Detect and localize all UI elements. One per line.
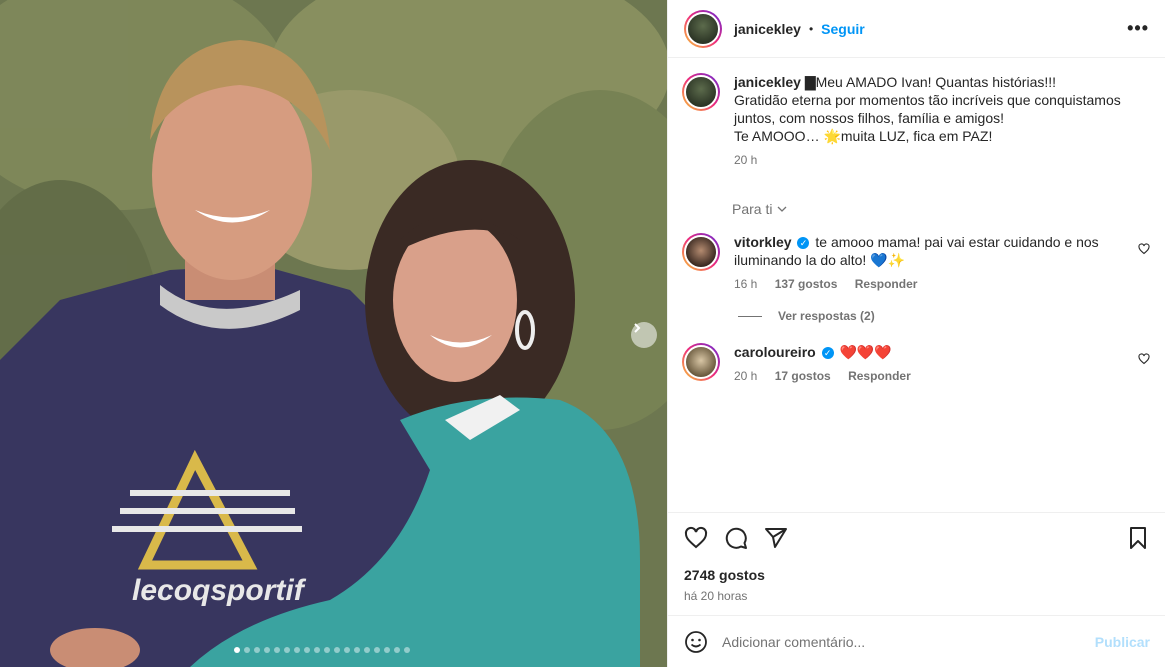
post-photo[interactable]: lecoqsportif — [0, 0, 667, 667]
caption-text-line1: ▇Meu AMADO Ivan! Quantas histórias!!! — [804, 74, 1057, 90]
reply-button[interactable]: Responder — [848, 369, 911, 383]
avatar[interactable] — [682, 343, 720, 381]
comment-username[interactable]: caroloureiro — [734, 344, 816, 360]
comments-area[interactable]: janicekley ▇Meu AMADO Ivan! Quantas hist… — [668, 59, 1165, 512]
carousel-dot — [284, 647, 290, 653]
next-slide-button[interactable] — [631, 322, 657, 348]
view-replies-button[interactable]: Ver respostas (2) — [738, 309, 1165, 323]
carousel-dot — [324, 647, 330, 653]
carousel-dot — [364, 647, 370, 653]
chevron-down-icon — [778, 206, 787, 212]
post-actions: 2748 gostos há 20 horas — [668, 512, 1165, 603]
comment-filter-label: Para ti — [732, 201, 773, 217]
carousel-dot — [314, 647, 320, 653]
likes-count[interactable]: 2748 gostos — [684, 567, 1150, 583]
svg-text:lecoqsportif: lecoqsportif — [132, 574, 307, 607]
carousel-dot — [254, 647, 260, 653]
photo-illustration: lecoqsportif — [0, 0, 667, 667]
caption-text-line2: Gratidão eterna por momentos tão incríve… — [734, 92, 1121, 126]
add-comment-bar: Publicar — [668, 615, 1165, 667]
share-send-icon[interactable] — [764, 526, 788, 550]
follow-button[interactable]: Seguir — [821, 21, 865, 37]
comment-likes[interactable]: 17 gostos — [775, 369, 831, 383]
like-comment-heart-icon[interactable] — [1138, 243, 1150, 255]
comment-likes[interactable]: 137 gostos — [775, 277, 838, 291]
avatar[interactable] — [684, 9, 722, 48]
avatar[interactable] — [682, 73, 720, 111]
caption-username[interactable]: janicekley — [734, 74, 801, 90]
carousel-dot — [274, 647, 280, 653]
comment-filter[interactable]: Para ti — [732, 201, 1165, 217]
like-comment-heart-icon[interactable] — [1138, 353, 1150, 365]
comment-item: vitorkley ✓ te amooo mama! pai vai estar… — [668, 233, 1165, 293]
post-header: janicekley • Seguir ••• — [668, 0, 1165, 58]
carousel-dot — [384, 647, 390, 653]
like-heart-icon[interactable] — [684, 526, 708, 550]
chevron-right-icon — [634, 323, 641, 333]
carousel-dot — [344, 647, 350, 653]
separator-dot: • — [808, 21, 814, 36]
carousel-dot — [394, 647, 400, 653]
verified-badge-icon: ✓ — [797, 237, 810, 250]
carousel-dot — [404, 647, 410, 653]
comment-time[interactable]: 20 h — [734, 369, 757, 383]
post-time[interactable]: há 20 horas — [684, 589, 1150, 603]
save-bookmark-icon[interactable] — [1126, 526, 1150, 550]
carousel-indicator — [234, 647, 410, 653]
comment-bubble-icon[interactable] — [724, 526, 748, 550]
caption-time[interactable]: 20 h — [734, 153, 757, 167]
carousel-dot — [294, 647, 300, 653]
comment-text: ❤️❤️❤️ — [839, 344, 892, 360]
post-caption: janicekley ▇Meu AMADO Ivan! Quantas hist… — [668, 59, 1165, 169]
emoji-icon[interactable] — [684, 630, 708, 654]
comment-item: caroloureiro ✓ ❤️❤️❤️ 20 h 17 gostos Res… — [668, 343, 1165, 385]
avatar[interactable] — [682, 233, 720, 271]
post-side-panel: janicekley • Seguir ••• janicekley ▇Meu … — [667, 0, 1165, 667]
carousel-dot — [264, 647, 270, 653]
carousel-dot — [354, 647, 360, 653]
more-options-icon[interactable]: ••• — [1127, 18, 1149, 39]
carousel-dot — [334, 647, 340, 653]
publish-button[interactable]: Publicar — [1095, 634, 1150, 650]
carousel-dot — [304, 647, 310, 653]
comment-time[interactable]: 16 h — [734, 277, 757, 291]
replies-divider — [738, 315, 762, 317]
comment-input[interactable] — [722, 633, 1095, 650]
carousel-dot — [234, 647, 240, 653]
verified-badge-icon: ✓ — [821, 347, 834, 360]
author-username[interactable]: janicekley — [734, 21, 801, 37]
view-replies-label: Ver respostas (2) — [778, 309, 875, 323]
caption-text-line3: Te AMOOO… 🌟muita LUZ, fica em PAZ! — [734, 128, 993, 144]
carousel-dot — [374, 647, 380, 653]
reply-button[interactable]: Responder — [855, 277, 918, 291]
carousel-dot — [244, 647, 250, 653]
comment-username[interactable]: vitorkley — [734, 234, 792, 250]
